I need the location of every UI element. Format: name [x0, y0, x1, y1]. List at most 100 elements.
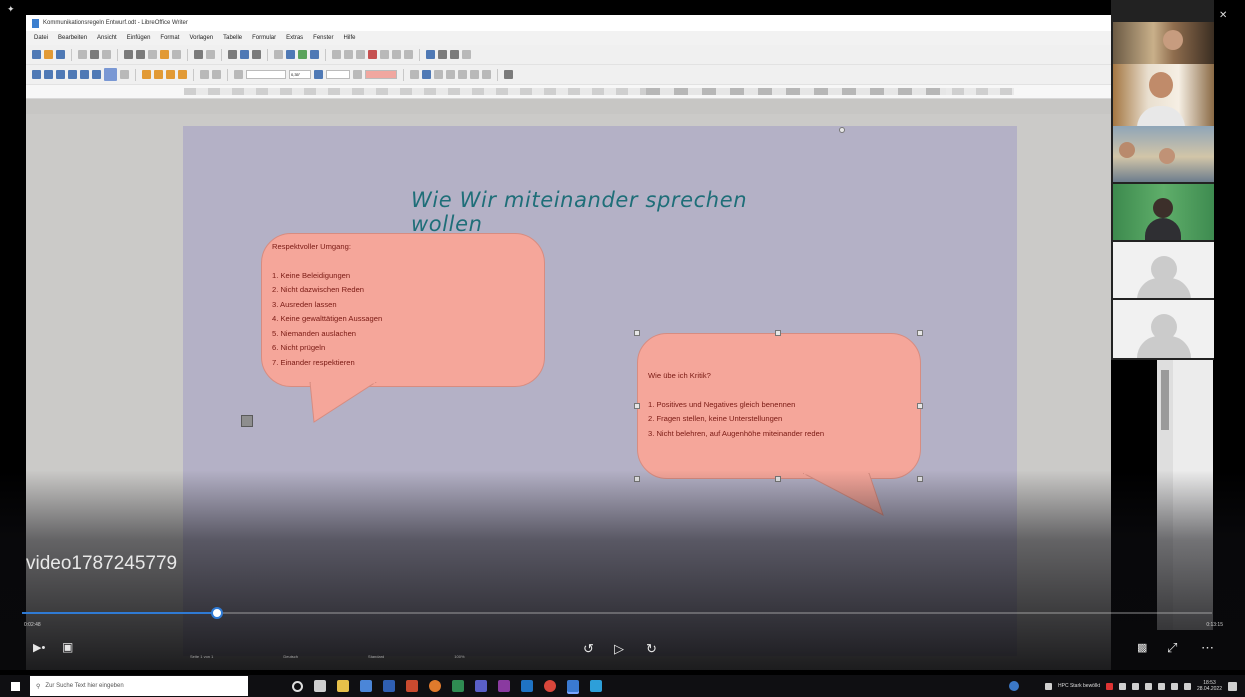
menu-table[interactable]: Tabelle	[223, 35, 242, 41]
print-preview-icon[interactable]	[102, 50, 111, 59]
menu-window[interactable]: Fenster	[313, 35, 333, 41]
volume-icon[interactable]: ▶•	[33, 641, 45, 654]
new-document-icon[interactable]	[32, 50, 41, 59]
miniplayer-icon[interactable]: ▩	[1137, 641, 1147, 654]
libreoffice-writer-icon[interactable]	[567, 680, 579, 692]
fill-color-dropdown[interactable]	[365, 70, 397, 79]
insert-table-icon[interactable]	[274, 50, 283, 59]
captions-icon[interactable]: ▣	[62, 640, 73, 654]
clock[interactable]: 18:53 28.04.2022	[1197, 680, 1222, 692]
menu-view[interactable]: Ansicht	[97, 35, 117, 41]
fullscreen-icon[interactable]: ⤢	[1167, 640, 1177, 656]
start-button[interactable]	[0, 675, 30, 697]
to-foreground-icon[interactable]	[166, 70, 175, 79]
menu-file[interactable]: Datei	[34, 35, 48, 41]
clone-formatting-icon[interactable]	[160, 50, 169, 59]
menu-tools[interactable]: Extras	[286, 35, 303, 41]
store-icon[interactable]	[360, 680, 372, 692]
wrap-on-icon[interactable]	[56, 70, 65, 79]
copy-icon[interactable]	[136, 50, 145, 59]
redo-icon[interactable]	[206, 50, 215, 59]
action-center-icon[interactable]	[1228, 681, 1237, 691]
page-break-icon[interactable]	[332, 50, 341, 59]
task-view-icon[interactable]	[314, 680, 326, 692]
close-icon[interactable]: ✕	[1219, 10, 1227, 21]
rotate-icon[interactable]	[422, 70, 431, 79]
bring-forward-icon[interactable]	[142, 70, 151, 79]
scrollbar-thumb[interactable]	[1161, 370, 1169, 430]
rotation-handle[interactable]	[839, 127, 845, 133]
onenote-icon[interactable]	[498, 680, 510, 692]
notification-badge-icon[interactable]	[1105, 682, 1113, 690]
glue-points-icon[interactable]	[482, 70, 491, 79]
points-icon[interactable]	[458, 70, 467, 79]
onedrive-icon[interactable]	[1157, 682, 1165, 690]
footnote-icon[interactable]	[380, 50, 389, 59]
chrome-icon[interactable]	[544, 680, 556, 692]
group-icon[interactable]	[200, 70, 209, 79]
send-backward-icon[interactable]	[154, 70, 163, 79]
firefox-icon[interactable]	[429, 680, 441, 692]
flip-vertical-icon[interactable]	[434, 70, 443, 79]
selection-handle[interactable]	[917, 403, 923, 409]
antivirus-icon[interactable]	[1009, 681, 1019, 691]
comment-icon[interactable]	[392, 50, 401, 59]
basic-shapes-icon[interactable]	[450, 50, 459, 59]
special-character-icon[interactable]	[356, 50, 365, 59]
align-objects-icon[interactable]	[120, 70, 129, 79]
menu-format[interactable]: Format	[160, 35, 179, 41]
network-icon[interactable]	[1118, 682, 1126, 690]
hyperlink-icon[interactable]	[368, 50, 377, 59]
selection-handle[interactable]	[634, 330, 640, 336]
insert-chart-icon[interactable]	[298, 50, 307, 59]
weather-icon[interactable]	[1045, 682, 1052, 690]
menu-form[interactable]: Formular	[252, 35, 276, 41]
edge-icon[interactable]	[590, 680, 602, 692]
line-width-field[interactable]: 0,35"	[289, 70, 311, 79]
wrap-off-icon[interactable]	[44, 70, 53, 79]
insert-image-icon[interactable]	[286, 50, 295, 59]
fill-color-icon[interactable]	[353, 70, 362, 79]
battery-icon[interactable]	[1144, 682, 1152, 690]
word-icon[interactable]	[383, 680, 395, 692]
outlook-icon[interactable]	[521, 680, 533, 692]
excel-icon[interactable]	[452, 680, 464, 692]
ungroup-icon[interactable]	[212, 70, 221, 79]
taskbar-search[interactable]: ⚲ Zur Suche Text hier eingeben	[30, 676, 248, 696]
keyboard-language-icon[interactable]	[1183, 682, 1191, 690]
bluetooth-icon[interactable]	[1170, 682, 1178, 690]
participant-avatar[interactable]	[1113, 242, 1214, 298]
insert-field-icon[interactable]	[344, 50, 353, 59]
participant-video[interactable]	[1113, 64, 1214, 126]
cortana-icon[interactable]	[292, 680, 303, 692]
wrap-ideal-icon[interactable]	[68, 70, 77, 79]
paste-icon[interactable]	[148, 50, 157, 59]
seek-bar[interactable]	[22, 607, 1212, 619]
spelling-icon[interactable]	[240, 50, 249, 59]
selection-handle[interactable]	[634, 403, 640, 409]
save-icon[interactable]	[56, 50, 65, 59]
menu-styles[interactable]: Vorlagen	[189, 35, 213, 41]
insert-textbox-icon[interactable]	[310, 50, 319, 59]
draw-functions-icon[interactable]	[462, 50, 471, 59]
selection-handle[interactable]	[775, 330, 781, 336]
menu-edit[interactable]: Bearbeiten	[58, 35, 87, 41]
wrap-through-icon[interactable]	[104, 68, 117, 81]
line-style-dropdown[interactable]	[246, 70, 286, 79]
shadow-icon[interactable]	[410, 70, 419, 79]
selection-handle[interactable]	[917, 330, 923, 336]
undo-icon[interactable]	[194, 50, 203, 59]
line-style-icon[interactable]	[234, 70, 243, 79]
anchor-marker-icon[interactable]	[241, 415, 253, 427]
powerpoint-icon[interactable]	[406, 680, 418, 692]
track-changes-icon[interactable]	[404, 50, 413, 59]
participant-video[interactable]	[1113, 22, 1214, 64]
participant-video[interactable]	[1113, 184, 1214, 240]
participant-avatar[interactable]	[1113, 300, 1214, 358]
weather-text[interactable]: HPC Stark bewölkt	[1058, 683, 1100, 689]
participant-video[interactable]	[1113, 126, 1214, 182]
wrap-right-icon[interactable]	[92, 70, 101, 79]
export-pdf-icon[interactable]	[78, 50, 87, 59]
file-explorer-icon[interactable]	[337, 680, 349, 692]
open-folder-icon[interactable]	[44, 50, 53, 59]
